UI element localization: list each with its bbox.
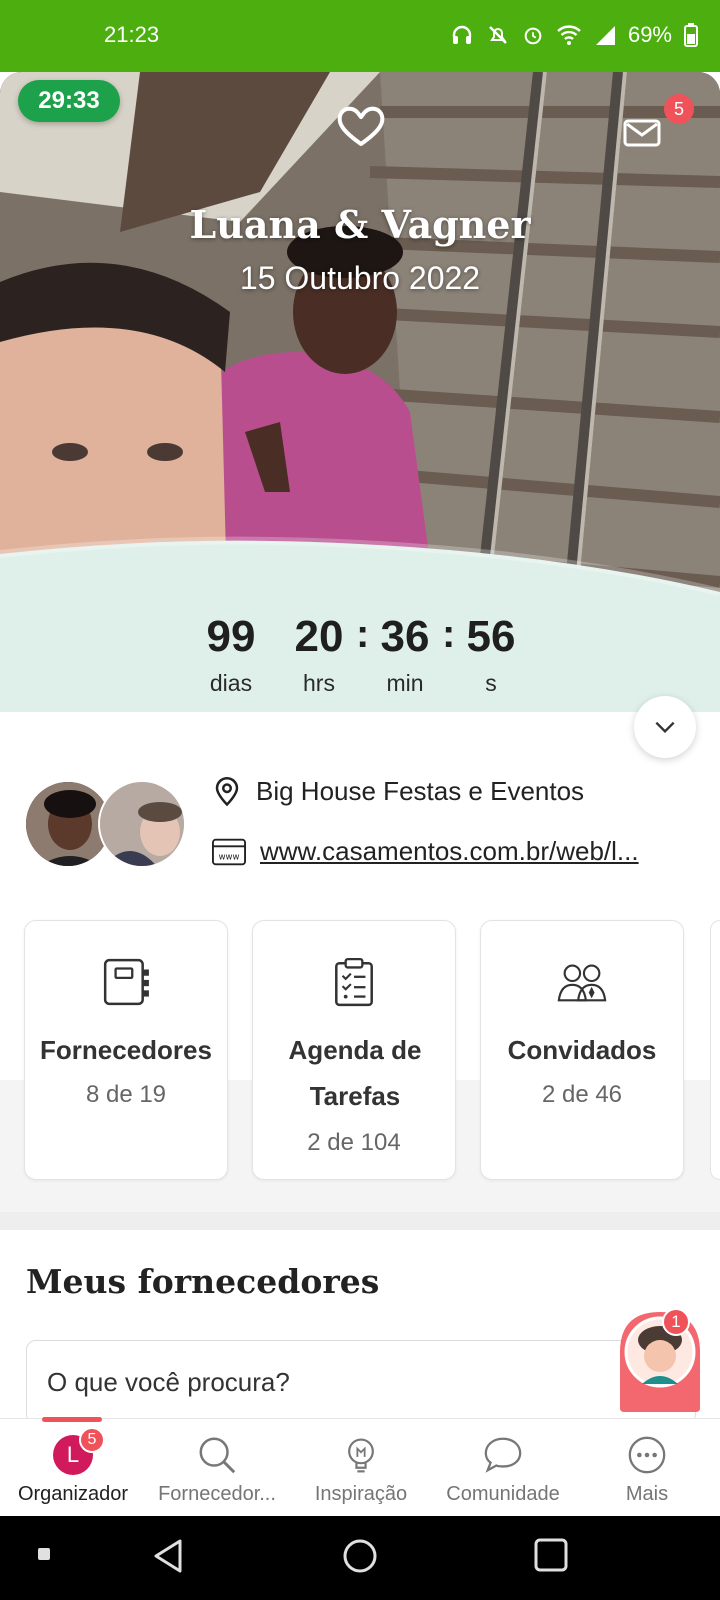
overview-icon[interactable] xyxy=(534,1538,568,1572)
countdown-minutes: 36 xyxy=(380,612,430,661)
search-icon xyxy=(199,1437,236,1474)
section-divider xyxy=(0,1212,720,1230)
couple-names: Luana & Vagner xyxy=(189,202,531,247)
countdown-seconds: 56 xyxy=(466,612,516,661)
status-icons: 69% xyxy=(450,20,698,50)
card-count: 8 de 19 xyxy=(85,1081,167,1108)
assistant-badge: 1 xyxy=(662,1308,690,1336)
supplier-search-input[interactable]: O que você procura? xyxy=(26,1340,696,1424)
card-guests[interactable]: Convidados 2 de 46 xyxy=(480,920,684,1180)
card-title: Fornecedores xyxy=(40,1035,212,1065)
countdown-separator: : xyxy=(442,612,456,656)
nav-label: Comunidade xyxy=(446,1483,560,1505)
battery-icon xyxy=(684,23,698,47)
nav-label: Mais xyxy=(625,1483,669,1505)
messages-button[interactable] xyxy=(622,112,662,152)
nav-organizer[interactable]: L 5 Organizador xyxy=(6,1419,140,1517)
website-link[interactable]: www.casamentos.com.br/web/l... xyxy=(260,836,700,867)
bottom-navigation: L 5 Organizador Fornecedor... Inspiração… xyxy=(0,1417,720,1517)
partner-avatar-2[interactable] xyxy=(98,780,186,868)
website-row[interactable]: www www.casamentos.com.br/web/l... xyxy=(212,836,700,867)
wedding-date: 15 Outubro 2022 xyxy=(239,260,481,296)
location-pin-icon xyxy=(215,776,239,806)
session-timer: 29:33 xyxy=(18,80,120,122)
guests-icon xyxy=(557,964,607,1002)
clipboard-icon xyxy=(335,957,373,1007)
organizer-badge: 5 xyxy=(79,1427,105,1453)
countdown-days: 99 xyxy=(206,612,256,661)
alarm-icon xyxy=(524,27,542,45)
website-icon: www xyxy=(212,838,246,865)
chat-bubble-icon xyxy=(484,1437,522,1473)
mail-icon xyxy=(623,119,661,147)
nav-community[interactable]: Comunidade xyxy=(436,1419,570,1517)
status-time: 21:23 xyxy=(104,22,160,47)
nav-more[interactable]: Mais xyxy=(580,1419,714,1517)
countdown: 99 20 : 36 : 56 dias hrs min s xyxy=(0,612,720,702)
card-title: Convidados xyxy=(507,1035,657,1065)
recent-apps-dot-icon[interactable] xyxy=(38,1548,50,1560)
card-title: Agenda de Tarefas xyxy=(288,1035,422,1111)
status-bar: 21:23 69% xyxy=(0,0,720,72)
card-suppliers[interactable]: Fornecedores 8 de 19 xyxy=(24,920,228,1180)
home-icon[interactable] xyxy=(342,1538,378,1574)
section-title: Meus fornecedores xyxy=(26,1262,380,1301)
card-count: 2 de 104 xyxy=(307,1129,401,1156)
back-icon[interactable] xyxy=(152,1538,184,1574)
nav-label: Inspiração xyxy=(314,1483,408,1505)
chevron-down-icon xyxy=(655,721,675,734)
nav-label: Fornecedor... xyxy=(158,1483,276,1505)
notebook-icon xyxy=(103,958,149,1006)
wifi-icon xyxy=(557,25,581,45)
countdown-separator: : xyxy=(356,612,370,656)
partner-photo xyxy=(100,782,184,866)
collapse-header-button[interactable] xyxy=(634,696,696,758)
system-navigation-bar xyxy=(0,1516,720,1600)
svg-text:www: www xyxy=(219,852,240,862)
venue-name: Big House Festas e Eventos xyxy=(256,776,585,806)
more-icon xyxy=(628,1436,666,1474)
mute-icon xyxy=(489,26,507,44)
card-tasks[interactable]: Agenda de Tarefas 2 de 104 xyxy=(252,920,456,1180)
countdown-days-label: dias xyxy=(209,670,253,696)
countdown-seconds-label: s xyxy=(485,670,497,696)
lightbulb-icon xyxy=(348,1438,374,1473)
countdown-hours: 20 xyxy=(294,612,344,661)
signal-icon xyxy=(595,26,615,45)
card-next-peek[interactable] xyxy=(710,920,720,1180)
nav-label: Organizador xyxy=(17,1483,129,1505)
countdown-minutes-label: min xyxy=(386,670,424,696)
battery-percent: 69% xyxy=(627,22,672,47)
venue-row[interactable]: Big House Festas e Eventos xyxy=(212,776,584,807)
heart-logo-icon xyxy=(337,106,385,146)
card-count: 2 de 46 xyxy=(541,1081,623,1108)
countdown-hours-label: hrs xyxy=(303,670,335,696)
nav-suppliers[interactable]: Fornecedor... xyxy=(150,1419,284,1517)
headphones-icon xyxy=(452,25,472,44)
nav-inspiration[interactable]: Inspiração xyxy=(294,1419,428,1517)
messages-badge: 5 xyxy=(664,94,694,124)
